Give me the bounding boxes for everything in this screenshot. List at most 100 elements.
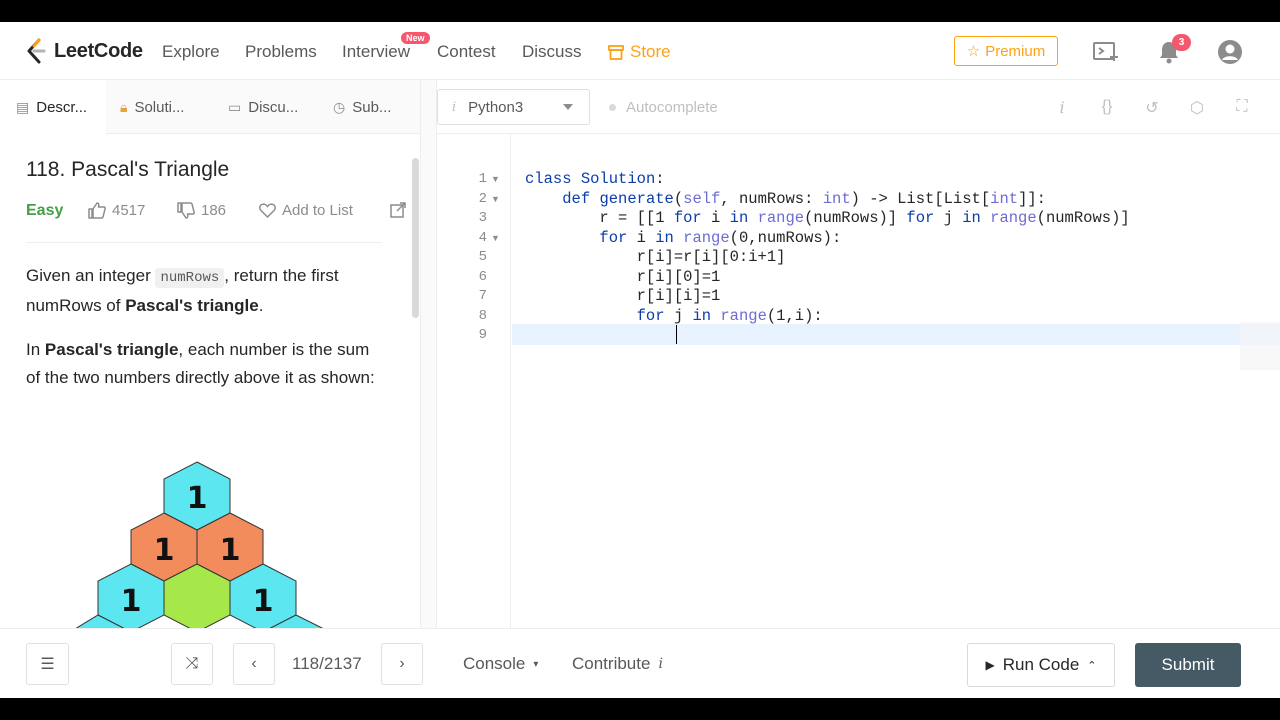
dislike-button[interactable]: 186 bbox=[177, 202, 226, 219]
autocomplete-label: Autocomplete bbox=[626, 99, 718, 116]
submit-button[interactable]: Submit bbox=[1135, 643, 1241, 687]
contribute-label: Contribute bbox=[572, 654, 651, 673]
nav-discuss[interactable]: Discuss bbox=[522, 42, 582, 62]
likes-count: 4517 bbox=[112, 202, 146, 219]
caret-down-icon: ▾ bbox=[533, 658, 539, 670]
brand-name: LeetCode bbox=[54, 39, 143, 62]
bottom-bar: ☰ ⤨ ‹ 118/2137 › Console ▾ Contribute i … bbox=[0, 628, 1280, 698]
hex-value: 1 bbox=[253, 584, 274, 619]
language-value: Python3 bbox=[468, 98, 524, 116]
description-paragraph-1: Given an integer numRows, return the fir… bbox=[26, 262, 386, 320]
comment-icon: ▭ bbox=[228, 98, 242, 115]
tab-submissions-label: Sub... bbox=[352, 98, 392, 116]
logo[interactable]: LeetCode bbox=[24, 38, 143, 64]
desc-text: Given an integer bbox=[26, 266, 156, 285]
reset-icon[interactable]: ↺ bbox=[1141, 98, 1163, 118]
console-toggle[interactable]: Console ▾ bbox=[463, 654, 538, 674]
thumbs-up-icon bbox=[88, 202, 106, 219]
nav-contest[interactable]: Contest bbox=[437, 42, 496, 62]
code-line-5: r[i]=r[i][0:i+1] bbox=[525, 248, 786, 266]
nav-explore[interactable]: Explore bbox=[162, 42, 220, 62]
line-number: 6 bbox=[478, 269, 487, 285]
inline-code-numrows: numRows bbox=[155, 268, 225, 288]
premium-label: Premium bbox=[985, 42, 1046, 60]
line-gutter: 1 ▼ 2 ▼ 3 4 ▼ 5 6 7 8 9 bbox=[437, 134, 511, 628]
tab-solution[interactable]: 🔒︎ Soluti... bbox=[120, 80, 184, 134]
problem-tabs: ▤ Descr... 🔒︎ Soluti... ▭ Discu... ◷ Sub… bbox=[0, 80, 420, 134]
hex-value: 1 bbox=[154, 533, 175, 568]
store-icon bbox=[608, 44, 624, 60]
fold-icon[interactable]: ▼ bbox=[491, 174, 500, 184]
chevron-down-icon bbox=[563, 104, 573, 110]
description-icon: ▤ bbox=[16, 98, 30, 115]
pascal-triangle-figure: 1 1 1 1 1 bbox=[75, 461, 324, 628]
braces-icon[interactable]: {} bbox=[1096, 98, 1118, 116]
code-line-7: r[i][i]=1 bbox=[525, 287, 721, 305]
editor-toolbar: i Python3 Autocomplete i {} ↺ ⬡ ⛶ bbox=[437, 80, 1280, 134]
difficulty-label: Easy bbox=[26, 202, 64, 219]
share-icon[interactable] bbox=[390, 202, 407, 218]
desc-bold: Pascal's triangle bbox=[125, 296, 259, 315]
playground-icon[interactable] bbox=[1093, 39, 1119, 65]
play-icon: ▶ bbox=[985, 658, 995, 672]
autocomplete-toggle[interactable]: Autocomplete bbox=[609, 99, 718, 116]
active-line-highlight bbox=[512, 324, 1280, 345]
run-code-button[interactable]: ▶ Run Code ⌃ bbox=[967, 643, 1115, 687]
line-number: 4 bbox=[478, 230, 487, 246]
code-editor[interactable]: 1 ▼ 2 ▼ 3 4 ▼ 5 6 7 8 9 class Solution: … bbox=[437, 134, 1280, 628]
random-problem-button[interactable]: ⤨ bbox=[171, 643, 213, 685]
hex-value: 1 bbox=[187, 481, 208, 516]
fold-icon[interactable]: ▼ bbox=[491, 194, 500, 204]
run-code-label: Run Code bbox=[1002, 655, 1080, 674]
nav-store-label: Store bbox=[630, 42, 671, 61]
line-number: 8 bbox=[478, 308, 487, 324]
contribute-link[interactable]: Contribute i bbox=[572, 654, 663, 674]
tab-discuss[interactable]: ▭ Discu... bbox=[228, 80, 298, 134]
fullscreen-icon[interactable]: ⛶ bbox=[1231, 98, 1253, 116]
autocomplete-dot-icon bbox=[609, 104, 616, 111]
language-info-icon: i bbox=[452, 99, 457, 115]
top-nav: LeetCode Explore Problems Interview New … bbox=[0, 22, 1280, 80]
chevron-right-icon: › bbox=[399, 655, 405, 672]
fold-icon[interactable]: ▼ bbox=[491, 233, 500, 243]
next-problem-button[interactable]: › bbox=[381, 643, 423, 685]
code-line-1: class Solution: bbox=[525, 170, 665, 188]
desc-bold: Pascal's triangle bbox=[44, 340, 179, 359]
thumbs-down-icon bbox=[177, 202, 195, 219]
add-to-list-button[interactable]: Add to List bbox=[259, 202, 353, 219]
description-scrollbar[interactable] bbox=[412, 158, 419, 318]
line-number: 7 bbox=[478, 288, 487, 304]
info-icon[interactable]: i bbox=[1051, 98, 1073, 117]
settings-icon[interactable]: ⬡ bbox=[1186, 98, 1208, 118]
premium-button[interactable]: ☆ Premium bbox=[954, 36, 1058, 66]
pane-splitter[interactable] bbox=[420, 80, 437, 628]
editor-side-handle[interactable] bbox=[1240, 322, 1280, 370]
code-line-2: def generate(self, numRows: int) -> List… bbox=[562, 190, 1046, 208]
info-icon: i bbox=[658, 656, 663, 672]
dislikes-count: 186 bbox=[201, 202, 227, 219]
tab-description[interactable]: ▤ Descr... bbox=[0, 80, 106, 134]
line-number: 2 bbox=[478, 191, 487, 207]
like-button[interactable]: 4517 bbox=[88, 202, 145, 219]
language-select[interactable]: i Python3 bbox=[437, 89, 590, 125]
problem-meta: Easy 4517 186 Add to List bbox=[26, 202, 416, 224]
tab-solution-label: Soluti... bbox=[134, 98, 185, 116]
desc-text: In bbox=[26, 340, 45, 359]
nav-problems[interactable]: Problems bbox=[245, 42, 317, 62]
prev-problem-button[interactable]: ‹ bbox=[233, 643, 275, 685]
tab-description-label: Descr... bbox=[36, 98, 88, 116]
problem-list-button[interactable]: ☰ bbox=[26, 643, 69, 685]
tab-discuss-label: Discu... bbox=[248, 98, 299, 116]
new-badge: New bbox=[401, 32, 430, 44]
desc-text: . bbox=[258, 296, 264, 315]
code-line-3: r = [[1 for i in range(numRows)] for j i… bbox=[525, 209, 1130, 227]
submit-label: Submit bbox=[1161, 655, 1215, 674]
tab-submissions[interactable]: ◷ Sub... bbox=[333, 80, 391, 134]
line-number: 5 bbox=[478, 249, 487, 265]
app-window: LeetCode Explore Problems Interview New … bbox=[0, 22, 1280, 698]
clock-icon: ◷ bbox=[333, 98, 346, 115]
divider bbox=[26, 242, 382, 243]
avatar-icon[interactable] bbox=[1217, 39, 1243, 65]
nav-store[interactable]: Store bbox=[608, 42, 671, 62]
nav-interview[interactable]: Interview bbox=[342, 42, 410, 62]
